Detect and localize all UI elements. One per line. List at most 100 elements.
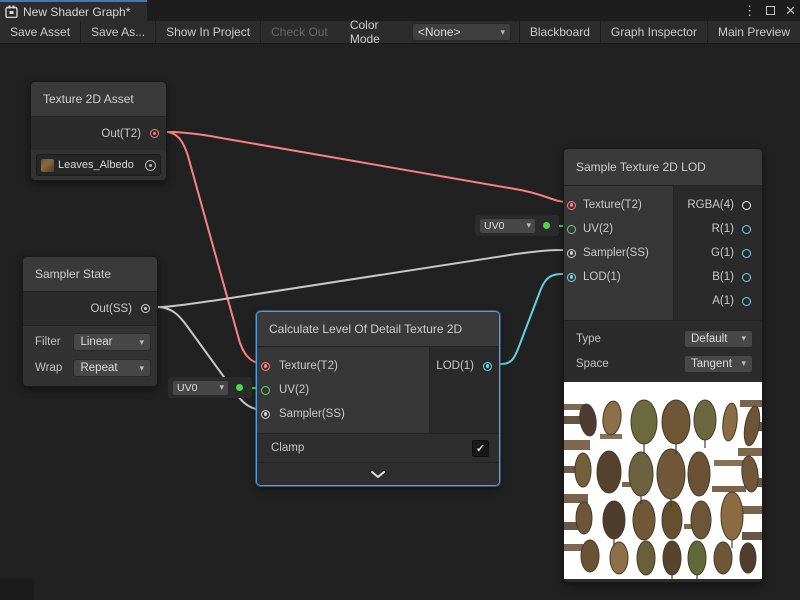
node-calculate-lod-texture-2d[interactable]: Calculate Level Of Detail Texture 2D Tex… [256,311,500,486]
chevron-down-icon: ▾ [741,333,746,344]
port-row-uv: UV(2) [564,217,673,241]
tab-title: New Shader Graph* [23,5,130,19]
output-port-sampler[interactable] [141,304,150,313]
input-port-texture[interactable] [261,362,270,371]
chevron-down-icon [370,470,386,479]
port-row-out-t2: Out(T2) [31,117,166,150]
input-port-texture[interactable] [567,201,576,210]
wrap-dropdown[interactable]: Repeat ▾ [73,359,151,377]
asset-field-row: Leaves_Albedo [31,150,166,180]
input-port-uv[interactable] [567,225,576,234]
port-row-g: G(1) [674,241,762,265]
uv-channel-dropdown[interactable]: UV0 ▾ [172,380,229,396]
save-asset-button[interactable]: Save Asset [0,21,81,43]
port-label: LOD(1) [436,360,474,372]
wrap-row: Wrap Repeat ▾ [23,355,157,381]
window-controls: ⋮ ✕ [743,0,796,21]
node-texture-2d-asset[interactable]: Texture 2D Asset Out(T2) Leaves_Albedo [30,81,167,181]
port-label: UV(2) [583,223,613,235]
node-title: Texture 2D Asset [31,82,166,117]
type-dropdown[interactable]: Default ▾ [684,330,753,348]
port-row-b: B(1) [674,265,762,289]
kebab-menu-icon[interactable]: ⋮ [743,4,756,17]
show-in-project-button[interactable]: Show In Project [156,21,261,43]
input-port-sampler[interactable] [261,410,270,419]
close-icon[interactable]: ✕ [785,4,796,17]
main-preview-toggle-button[interactable]: Main Preview [708,21,800,43]
port-label: Texture(T2) [583,199,642,211]
main-preview-label: Main Preview [718,25,790,39]
output-port-r[interactable] [742,225,751,234]
port-label: R(1) [712,223,734,235]
show-in-project-label: Show In Project [166,25,250,39]
chevron-down-icon: ▾ [526,220,531,231]
node-sample-texture-2d-lod[interactable]: Sample Texture 2D LOD Texture(T2) UV(2) … [563,148,763,583]
uv-connector-dot [236,384,243,391]
port-row-texture: Texture(T2) [257,354,429,378]
texture-asset-name: Leaves_Albedo [58,159,141,171]
texture-object-field[interactable]: Leaves_Albedo [36,154,161,176]
color-mode-value: <None> [418,25,461,39]
output-ports-panel: RGBA(4) R(1) G(1) B(1) A(1) [674,186,762,320]
color-mode-dropdown[interactable]: <None> ▾ [412,23,511,41]
port-label: Out(SS) [90,303,132,315]
input-port-sampler[interactable] [567,249,576,258]
output-ports-panel: LOD(1) [430,347,499,433]
chevron-down-icon: ▾ [139,363,144,374]
port-row-uv: UV(2) [257,378,429,402]
object-picker-icon[interactable] [145,160,156,171]
port-row-lod-out: LOD(1) [430,354,499,378]
port-row-r: R(1) [674,217,762,241]
filter-dropdown[interactable]: Linear ▾ [73,333,151,351]
port-row-texture: Texture(T2) [564,193,673,217]
filter-label: Filter [35,336,73,348]
port-label: UV(2) [279,384,309,396]
port-label: G(1) [711,247,734,259]
uv-channel-widget-sample: UV0 ▾ [475,215,559,236]
node-sampler-state[interactable]: Sampler State Out(SS) Filter Linear ▾ Wr… [22,256,158,387]
clamp-checkbox[interactable]: ✓ [472,440,489,457]
port-label: RGBA(4) [687,199,734,211]
chevron-down-icon: ▾ [139,337,144,348]
port-label: Texture(T2) [279,360,338,372]
port-label: LOD(1) [583,271,621,283]
filter-row: Filter Linear ▾ [23,329,157,355]
maximize-icon[interactable] [766,6,775,15]
output-port-b[interactable] [742,273,751,282]
node-title-text: Texture 2D Asset [43,92,134,106]
clamp-row: Clamp ✓ [257,433,499,462]
output-port-texture[interactable] [150,129,159,138]
collapse-button[interactable] [257,462,499,485]
save-as-button[interactable]: Save As... [81,21,156,43]
port-row-rgba: RGBA(4) [674,193,762,217]
space-dropdown[interactable]: Tangent ▾ [684,355,753,373]
blackboard-label: Blackboard [530,25,590,39]
graph-inspector-toggle-button[interactable]: Graph Inspector [601,21,708,43]
chevron-down-icon: ▾ [219,382,224,393]
node-title-text: Calculate Level Of Detail Texture 2D [269,322,462,336]
node-title: Sampler State [23,257,157,292]
output-port-lod[interactable] [483,362,492,371]
dock-corner-tab [0,578,34,600]
output-port-rgba[interactable] [742,201,751,210]
input-port-lod[interactable] [567,273,576,282]
uv-channel-widget-calc: UV0 ▾ [168,377,252,398]
output-port-a[interactable] [742,297,751,306]
wrap-value: Repeat [80,362,117,374]
filter-value: Linear [80,336,112,348]
output-port-g[interactable] [742,249,751,258]
document-tab[interactable]: New Shader Graph* [0,0,147,21]
texture-thumbnail-icon [41,159,54,172]
space-label: Space [576,358,684,370]
sampler-controls: Filter Linear ▾ Wrap Repeat ▾ [23,325,157,386]
node-title-text: Sampler State [35,267,111,281]
node-title: Sample Texture 2D LOD [564,149,762,186]
node-title-text: Sample Texture 2D LOD [576,160,706,174]
graph-inspector-label: Graph Inspector [611,25,697,39]
blackboard-toggle-button[interactable]: Blackboard [520,21,601,43]
uv-channel-dropdown[interactable]: UV0 ▾ [479,218,536,234]
input-port-uv[interactable] [261,386,270,395]
node-title: Calculate Level Of Detail Texture 2D [257,312,499,347]
check-out-button: Check Out [261,21,338,43]
port-label: Out(T2) [101,128,141,140]
